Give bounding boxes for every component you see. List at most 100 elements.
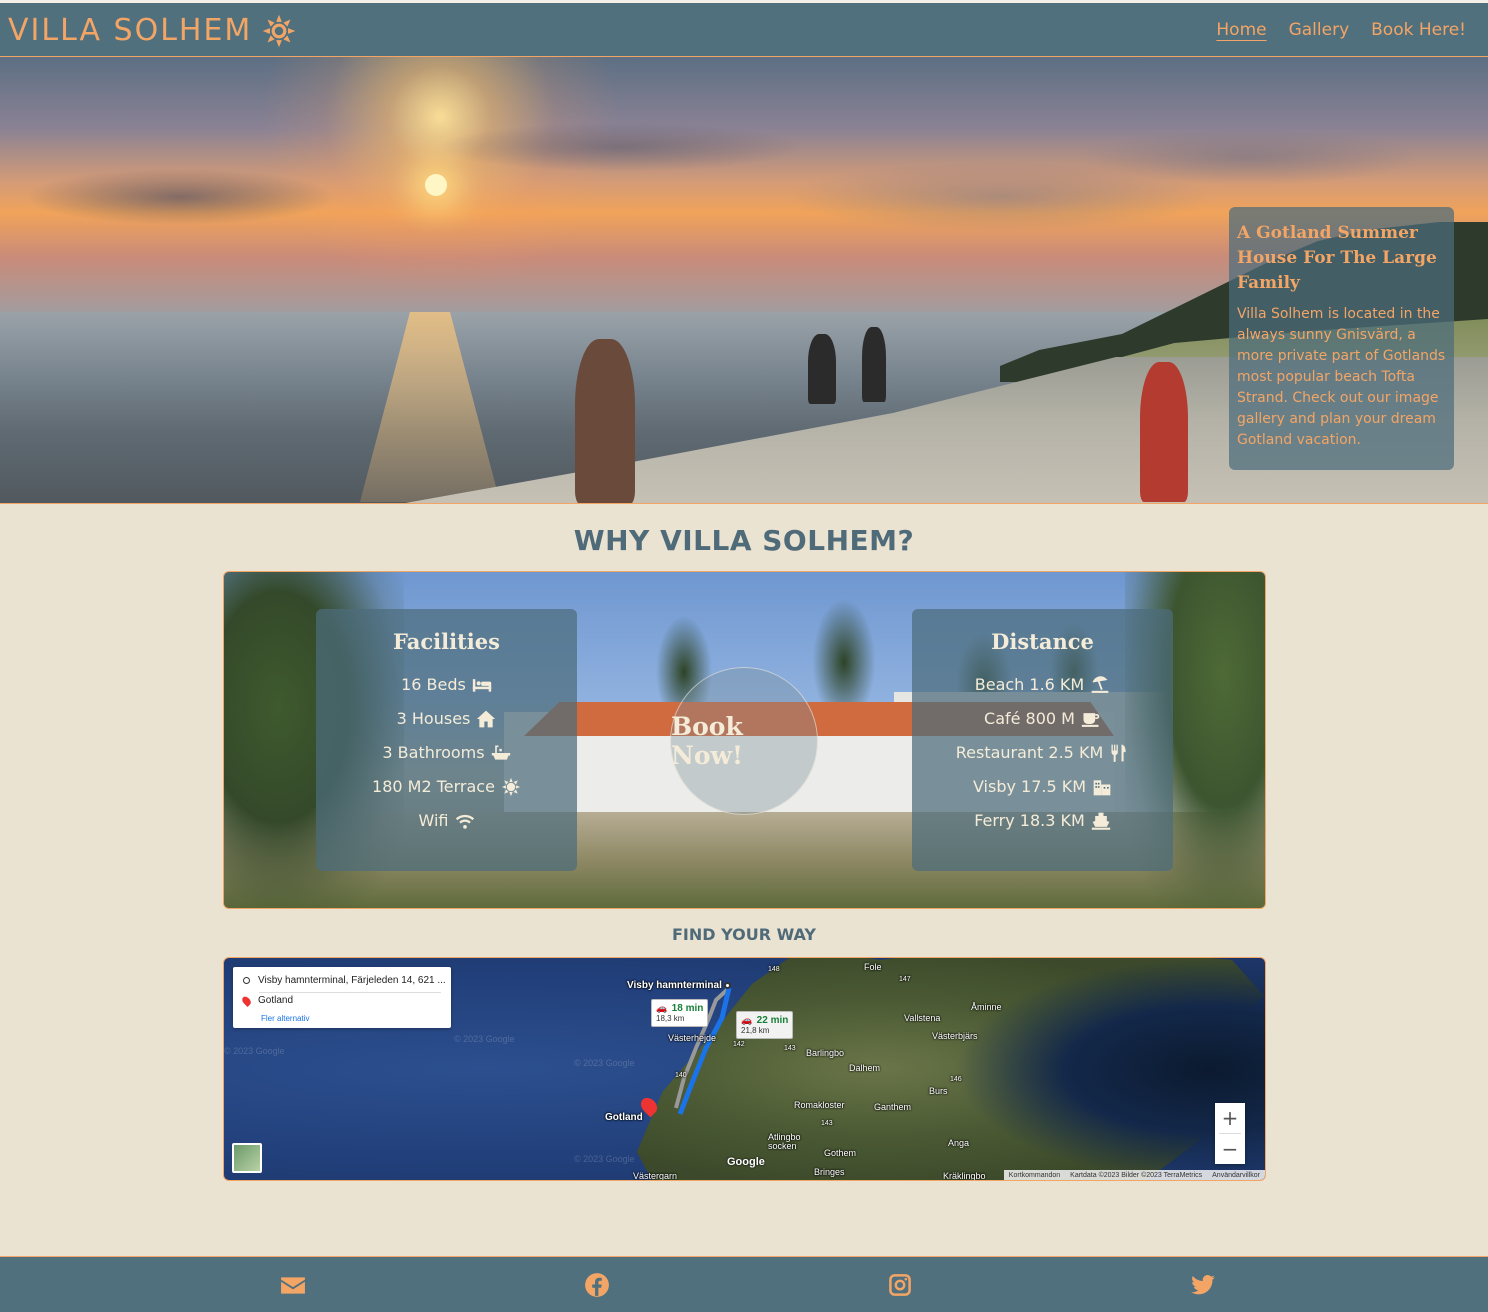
house-icon: [477, 710, 496, 728]
distance-panel: Distance Beach 1.6 KM Café 800 M Restaur…: [912, 609, 1173, 871]
map-place-label: Kräklingbo: [943, 1171, 986, 1181]
map-data-link[interactable]: Kartdata ©2023 Bilder ©2023 TerraMetrics: [1070, 1172, 1202, 1179]
hero-title: A Gotland Summer House For The Large Fam…: [1237, 223, 1437, 293]
map-place-label: Västerbjärs: [932, 1031, 978, 1041]
road-number: 148: [768, 966, 780, 973]
facility-item: 3 Houses: [316, 702, 577, 736]
brand-name: VILLA SOLHEM: [8, 13, 253, 48]
map-place-label: Gotland: [605, 1112, 643, 1123]
map-place-label: Barlingbo: [806, 1048, 845, 1058]
bed-icon: [472, 679, 492, 692]
wifi-icon: [455, 814, 474, 829]
route-time-box[interactable]: 🚗 18 min 18,3 km: [651, 999, 709, 1027]
nav-link-book[interactable]: Book Here!: [1371, 20, 1466, 40]
brand-logo[interactable]: VILLA SOLHEM: [8, 13, 296, 48]
road-number: 143: [821, 1120, 833, 1127]
distance-heading: Distance: [991, 629, 1094, 654]
facilities-panel: Facilities 16 Beds 3 Houses 3 Bathrooms …: [316, 609, 577, 871]
navbar: VILLA SOLHEM Home Gallery Book Here!: [0, 3, 1488, 57]
origin-dot-icon: [243, 977, 250, 984]
map-place-label: Västerhejde: [668, 1033, 717, 1043]
map-attribution: Kortkommandon Kartdata ©2023 Bilder ©202…: [1003, 1170, 1265, 1180]
google-logo: Google: [727, 1156, 765, 1168]
map-place-label: Ganthem: [874, 1102, 912, 1112]
keyboard-shortcuts-link[interactable]: Kortkommandon: [1009, 1172, 1060, 1179]
map-place-label: Fole: [864, 962, 882, 972]
road-number: 142: [733, 1041, 745, 1048]
car-icon: 🚗: [656, 1003, 668, 1013]
road-number: 147: [899, 976, 911, 983]
find-your-way-title: FIND YOUR WAY: [672, 925, 816, 944]
destination-pin-icon: [240, 994, 253, 1007]
coffee-icon: [1081, 713, 1100, 727]
map-layer-button[interactable]: [232, 1143, 262, 1173]
distance-item: Restaurant 2.5 KM: [912, 736, 1173, 770]
map-place-label: Åminne: [971, 1002, 1002, 1012]
map-place-label: Västergarn: [633, 1171, 678, 1181]
more-options-link[interactable]: Fler alternativ: [261, 1014, 309, 1023]
hero-description: Villa Solhem is located in the always su…: [1237, 306, 1446, 448]
map-watermark: © 2023 Google: [224, 1046, 285, 1056]
sun-icon: [501, 777, 521, 797]
facility-item: 16 Beds: [316, 668, 577, 702]
sun-icon: [263, 14, 296, 47]
city-icon: [1093, 780, 1111, 796]
hero-person: [862, 327, 886, 402]
hero-sun: [425, 174, 447, 196]
map-place-label: Burs: [929, 1086, 948, 1096]
bath-icon: [491, 745, 510, 760]
map-place-label: Romakloster: [794, 1100, 845, 1110]
distance-item: Visby 17.5 KM: [912, 770, 1173, 804]
road-number: 146: [950, 1076, 962, 1083]
twitter-link[interactable]: [1190, 1272, 1216, 1298]
map-place-label: Atlingbo socken: [768, 1132, 801, 1151]
email-link[interactable]: [280, 1272, 306, 1298]
directions-box[interactable]: Visby hamnterminal, Färjeleden 14, 621 .…: [233, 967, 451, 1028]
map-place-label: Dalhem: [849, 1063, 881, 1073]
book-now-button[interactable]: Book Now!: [670, 667, 818, 815]
zoom-controls: + −: [1215, 1103, 1245, 1164]
alt-route-time-box[interactable]: 🚗 22 min 21,8 km: [736, 1011, 794, 1039]
facilities-heading: Facilities: [393, 629, 500, 654]
umbrella-beach-icon: [1091, 676, 1109, 693]
map-place-label: Vallstena: [904, 1013, 941, 1023]
nav-link-home[interactable]: Home: [1216, 20, 1266, 40]
instagram-link[interactable]: [887, 1272, 913, 1298]
hero-person: [1140, 362, 1188, 502]
utensils-icon: [1111, 744, 1126, 762]
facility-item: 3 Bathrooms: [316, 736, 577, 770]
twitter-icon: [1191, 1275, 1215, 1295]
zoom-in-button[interactable]: +: [1215, 1103, 1245, 1133]
distance-item: Café 800 M: [912, 702, 1173, 736]
facebook-link[interactable]: [584, 1272, 610, 1298]
map-place-label: Gothem: [824, 1148, 857, 1158]
map-place-label: Bringes: [814, 1167, 845, 1177]
google-map[interactable]: © 2023 Google © 2023 Google © 2023 Googl…: [223, 957, 1266, 1181]
car-icon: 🚗: [741, 1015, 753, 1025]
distance-item: Ferry 18.3 KM: [912, 804, 1173, 838]
hero-person: [575, 339, 635, 503]
map-watermark: © 2023 Google: [574, 1058, 635, 1068]
why-section: Facilities 16 Beds 3 Houses 3 Bathrooms …: [223, 571, 1266, 909]
directions-divider: [259, 992, 441, 993]
instagram-icon: [889, 1274, 911, 1296]
zoom-out-button[interactable]: −: [1215, 1134, 1245, 1164]
why-title: WHY VILLA SOLHEM?: [573, 524, 915, 557]
directions-destination: Gotland: [240, 994, 293, 1007]
facility-item: Wifi: [316, 804, 577, 838]
hero-info-card: A Gotland Summer House For The Large Fam…: [1229, 207, 1454, 470]
road-number: 143: [784, 1045, 796, 1052]
facebook-icon: [585, 1273, 609, 1297]
map-place-label: Visby hamnterminal: [627, 980, 722, 991]
directions-origin: Visby hamnterminal, Färjeleden 14, 621 .…: [243, 975, 446, 986]
map-place-label: Anga: [948, 1138, 970, 1148]
road-number: 140: [675, 1072, 687, 1079]
facility-item: 180 M2 Terrace: [316, 770, 577, 804]
hero-person: [808, 334, 836, 404]
distance-item: Beach 1.6 KM: [912, 668, 1173, 702]
terms-link[interactable]: Användarvillkor: [1212, 1172, 1260, 1179]
origin-marker: [724, 982, 731, 989]
hero-section: A Gotland Summer House For The Large Fam…: [0, 57, 1488, 504]
nav-link-gallery[interactable]: Gallery: [1289, 20, 1350, 40]
footer: [0, 1256, 1488, 1312]
